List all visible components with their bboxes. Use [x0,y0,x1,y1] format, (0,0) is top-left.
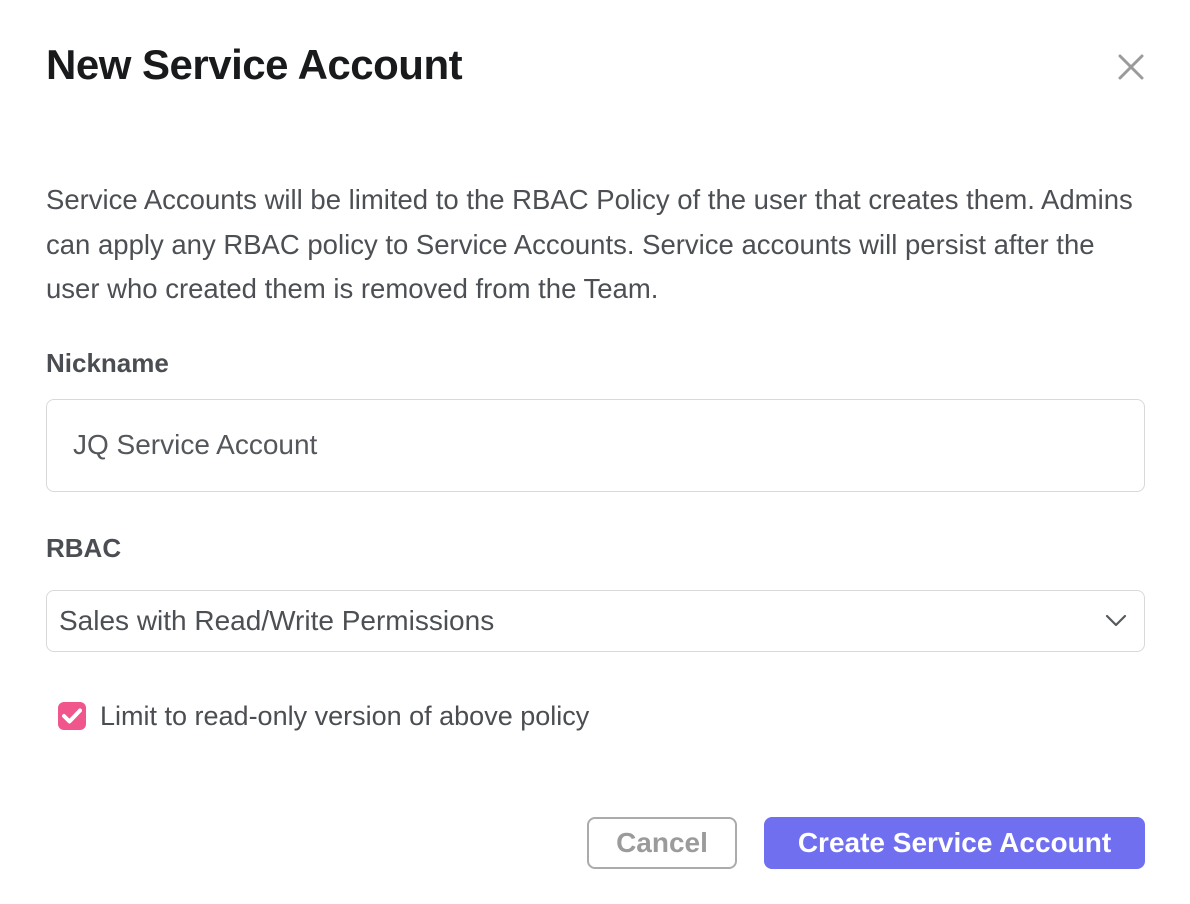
cancel-button[interactable]: Cancel [587,817,737,869]
close-button[interactable] [1114,50,1148,84]
limit-read-only-option[interactable]: Limit to read-only version of above poli… [58,701,1145,731]
rbac-select[interactable]: Sales with Read/Write Permissions [46,590,1145,652]
create-service-account-button[interactable]: Create Service Account [764,817,1145,869]
nickname-input[interactable] [46,399,1145,492]
page-title: New Service Account [46,0,1145,90]
chevron-down-icon [1105,614,1127,628]
close-icon [1116,52,1146,82]
rbac-selected-value: Sales with Read/Write Permissions [59,605,494,637]
checkmark-icon [62,708,82,724]
new-service-account-modal: New Service Account Service Accounts wil… [0,0,1190,904]
limit-read-only-checkbox[interactable] [58,702,86,730]
nickname-label: Nickname [46,348,1145,378]
rbac-label: RBAC [46,533,1145,563]
modal-footer: Cancel Create Service Account [46,817,1145,869]
modal-description: Service Accounts will be limited to the … [46,178,1150,312]
limit-read-only-label: Limit to read-only version of above poli… [100,701,589,731]
